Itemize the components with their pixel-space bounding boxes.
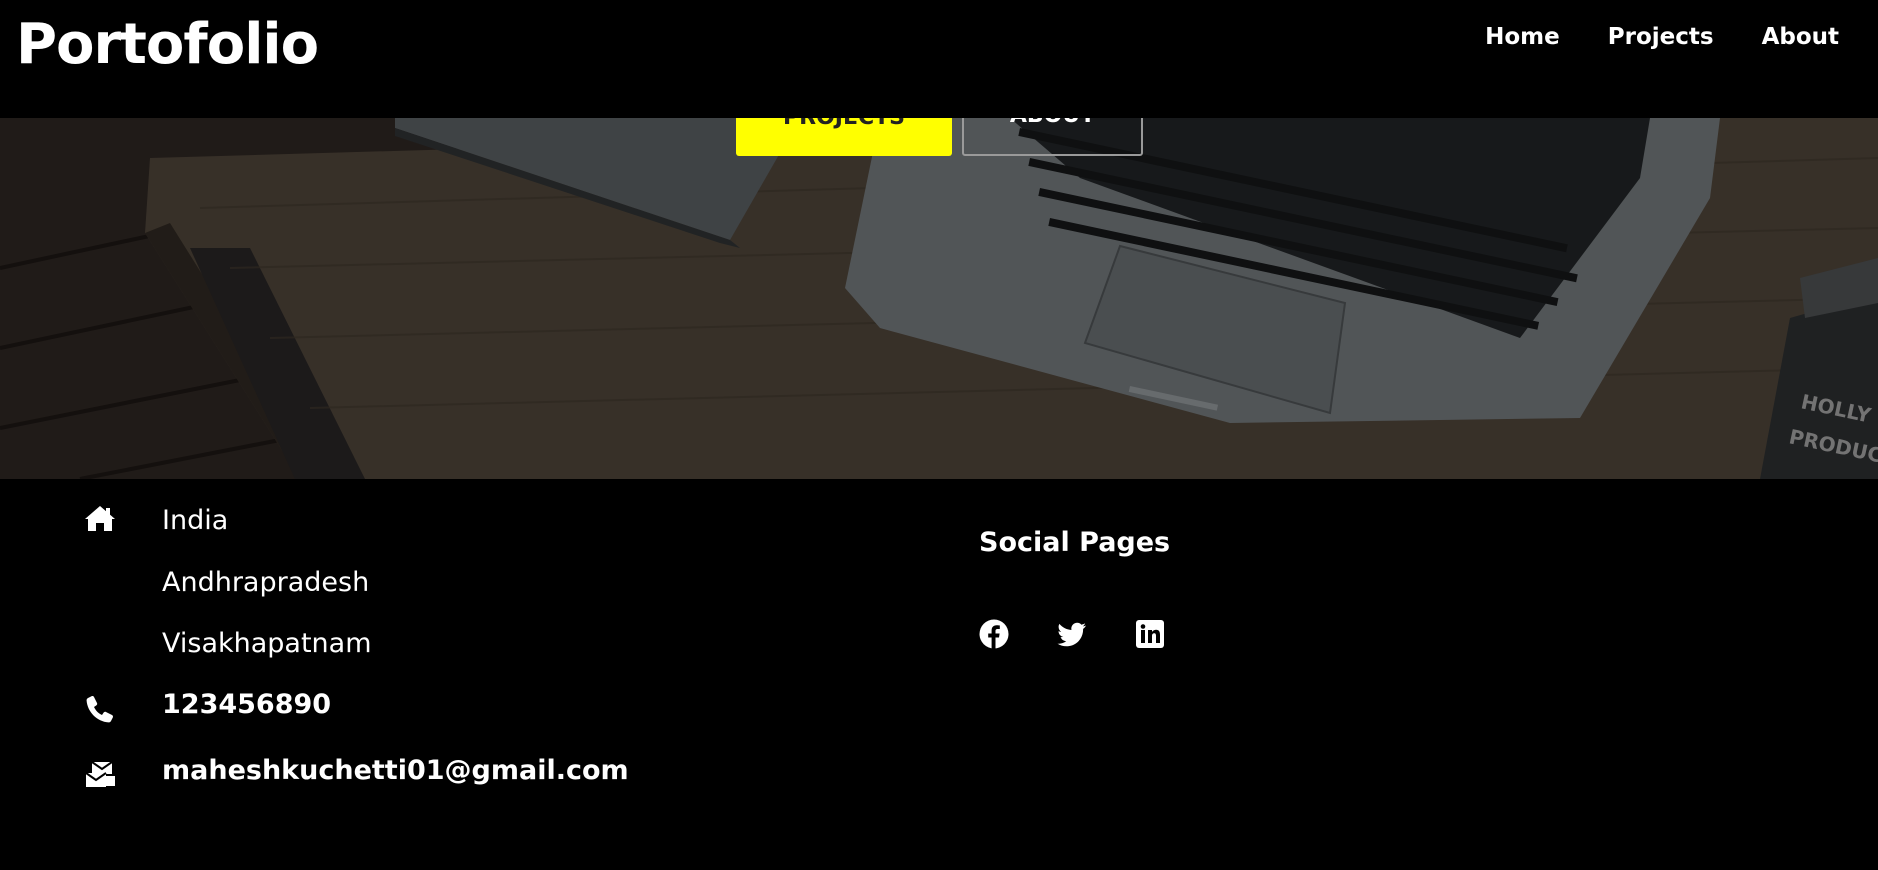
address-country: India xyxy=(162,505,229,536)
twitter-icon[interactable] xyxy=(1057,619,1087,649)
linkedin-icon[interactable] xyxy=(1135,619,1165,649)
about-button[interactable]: ABOUT xyxy=(962,118,1143,156)
social-icons xyxy=(979,619,1165,649)
site-logo[interactable]: Portofolio xyxy=(16,12,319,77)
projects-button[interactable]: PROJECTS xyxy=(736,118,952,156)
phone-number[interactable]: 123456890 xyxy=(162,689,331,720)
mail-bulk-icon xyxy=(85,761,115,787)
facebook-icon[interactable] xyxy=(979,619,1009,649)
address-city: Visakhapatnam xyxy=(162,628,372,659)
home-icon xyxy=(85,506,115,531)
nav-home[interactable]: Home xyxy=(1485,24,1560,50)
main-nav: Home Projects About xyxy=(1485,24,1839,50)
social-pages-title: Social Pages xyxy=(979,527,1171,558)
hero-banner: HOLLY PRODUC PROJECTS ABOUT xyxy=(0,118,1878,479)
footer: India Andhrapradesh Visakhapatnam 123456… xyxy=(0,479,1878,870)
nav-about[interactable]: About xyxy=(1762,24,1839,50)
phone-icon xyxy=(86,696,113,723)
nav-projects[interactable]: Projects xyxy=(1608,24,1714,50)
hero-background-image: HOLLY PRODUC xyxy=(0,118,1878,479)
address-state: Andhrapradesh xyxy=(162,567,370,598)
email-address[interactable]: maheshkuchetti01@gmail.com xyxy=(162,755,629,786)
header: Portofolio Home Projects About xyxy=(0,0,1878,118)
